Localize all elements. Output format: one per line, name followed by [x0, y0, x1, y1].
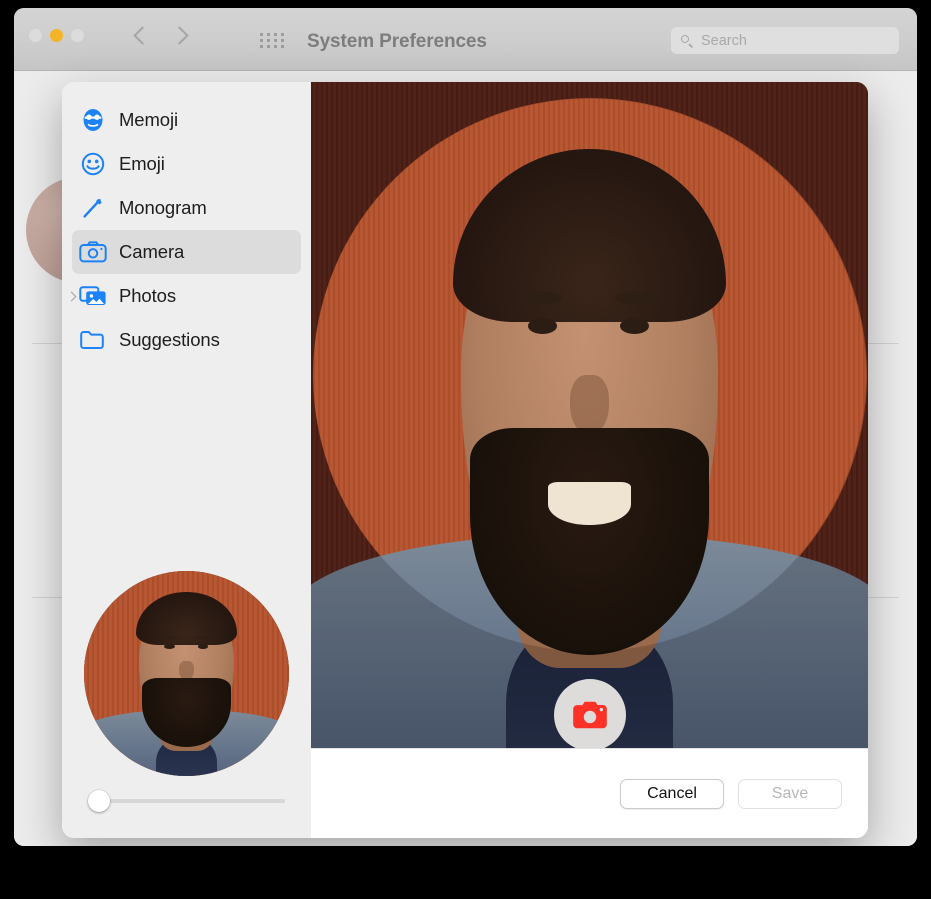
picker-sidebar: Memoji Emoji Monogram Camera Photos Sugg…	[62, 82, 311, 838]
monogram-icon	[78, 193, 108, 223]
sidebar-item-memoji[interactable]: Memoji	[72, 98, 301, 142]
sidebar-item-label: Camera	[119, 241, 185, 262]
sidebar-item-label: Photos	[119, 285, 176, 306]
zoom-button[interactable]	[71, 29, 84, 42]
zoom-slider-row	[62, 790, 311, 838]
camera-icon	[78, 237, 108, 267]
navigation-arrows	[134, 24, 186, 48]
traffic-light-buttons	[29, 29, 84, 42]
sidebar-item-label: Emoji	[119, 153, 165, 174]
close-button[interactable]	[29, 29, 42, 42]
page-title: System Preferences	[307, 31, 487, 52]
show-all-grid-icon[interactable]	[260, 33, 286, 49]
screen: System Preferences Search GeneralDesktop…	[0, 0, 931, 899]
search-placeholder: Search	[701, 32, 747, 49]
window-titlebar: System Preferences Search	[14, 8, 917, 71]
save-button[interactable]: Save	[738, 778, 842, 809]
photos-icon	[78, 281, 108, 311]
avatar-picker-dialog: Memoji Emoji Monogram Camera Photos Sugg…	[62, 82, 868, 838]
slider-knob[interactable]	[88, 790, 110, 812]
sidebar-item-emoji[interactable]: Emoji	[72, 142, 301, 186]
slider-track[interactable]	[97, 799, 285, 803]
cancel-button[interactable]: Cancel	[620, 778, 724, 809]
back-arrow-icon[interactable]	[134, 24, 147, 48]
picker-footer: Cancel Save	[311, 748, 868, 838]
search-input[interactable]: Search	[671, 27, 899, 54]
shutter-button[interactable]	[553, 679, 626, 748]
sidebar-item-photos[interactable]: Photos	[72, 274, 301, 318]
picker-main-pane: Cancel Save	[311, 82, 868, 838]
camera-shutter-icon	[572, 701, 607, 729]
search-icon	[680, 34, 694, 48]
sidebar-item-label: Monogram	[119, 197, 207, 218]
forward-arrow-icon[interactable]	[173, 24, 186, 48]
memoji-icon	[78, 105, 108, 135]
sidebar-item-camera[interactable]: Camera	[72, 230, 301, 274]
minimize-button[interactable]	[50, 29, 63, 42]
sidebar-item-label: Suggestions	[119, 329, 220, 350]
avatar-zoom-slider[interactable]	[88, 790, 285, 812]
avatar-preview-image	[84, 571, 289, 776]
emoji-icon	[78, 149, 108, 179]
avatar-source-list: Memoji Emoji Monogram Camera Photos Sugg…	[62, 98, 311, 362]
circular-crop-overlay	[311, 82, 868, 748]
suggestions-icon	[78, 325, 108, 355]
avatar-preview[interactable]	[84, 571, 289, 776]
chevron-right-icon[interactable]	[67, 291, 77, 301]
avatar-preview-wrap	[62, 571, 311, 790]
sidebar-item-suggestions[interactable]: Suggestions	[72, 318, 301, 362]
sidebar-item-label: Memoji	[119, 109, 179, 130]
camera-live-view[interactable]	[311, 82, 868, 748]
sidebar-item-monogram[interactable]: Monogram	[72, 186, 301, 230]
